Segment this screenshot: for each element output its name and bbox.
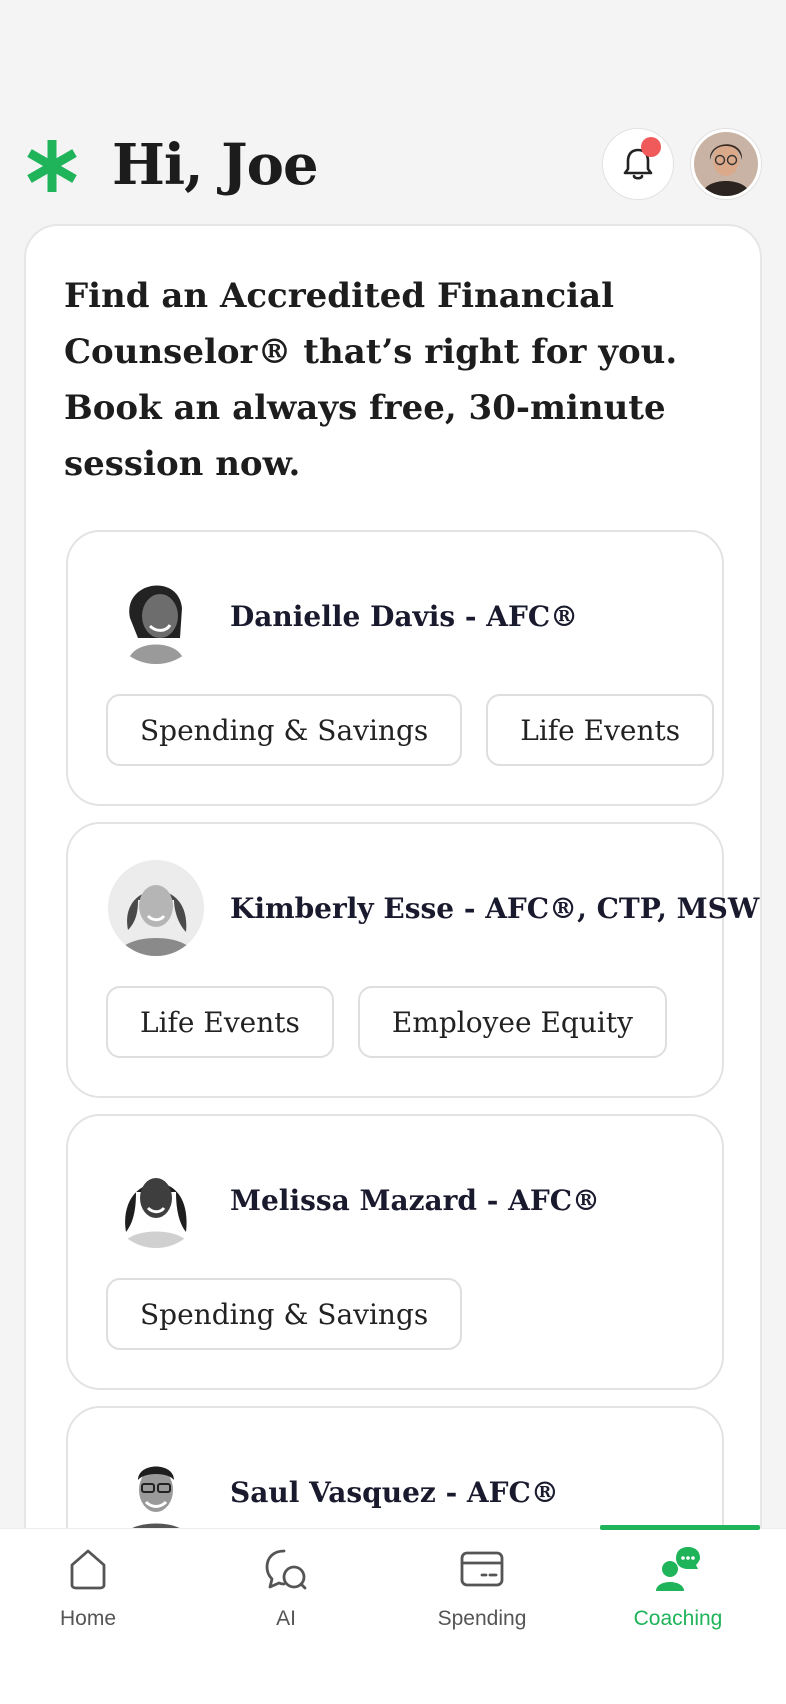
asterisk-logo-icon — [27, 140, 77, 192]
coach-name: Kimberly Esse - AFC®, CTP, MSW — [230, 892, 760, 925]
header: Hi, Joe — [0, 120, 786, 220]
nav-label: Spending — [437, 1607, 527, 1630]
avatar — [694, 132, 758, 196]
nav-item-home[interactable]: Home — [0, 1529, 186, 1659]
card-icon — [460, 1551, 504, 1587]
profile-avatar-button[interactable] — [690, 128, 762, 200]
coach-tags: Spending & Savings Life Events — [106, 694, 715, 766]
coach-card-danielle-davis[interactable]: Danielle Davis - AFC® Spending & Savings… — [66, 530, 724, 806]
coach-photo — [108, 1444, 204, 1540]
coaching-screen: Hi, Joe Find an Accredited Financial Cou… — [0, 0, 786, 1704]
coach-finder-card: Find an Accredited Financial Counselor® … — [24, 224, 762, 1682]
nav-item-ai[interactable]: AI — [188, 1529, 384, 1659]
nav-label: Home — [59, 1607, 117, 1630]
coach-photo — [108, 568, 204, 664]
tag-chip[interactable]: Employee Equity — [357, 986, 667, 1058]
coach-card-kimberly-esse[interactable]: Kimberly Esse - AFC®, CTP, MSW Life Even… — [66, 822, 759, 1098]
coach-name: Melissa Mazard - AFC® — [230, 1184, 601, 1217]
nav-label: AI — [276, 1607, 296, 1630]
nav-item-spending[interactable]: Spending — [384, 1529, 580, 1659]
bottom-nav: Home AI Spending Coaching — [0, 1525, 786, 1704]
chat-bubble-icon — [265, 1549, 307, 1590]
intro-text: Find an Accredited Financial Counselor® … — [64, 276, 678, 484]
coach-tags: Life Events Employee Equity — [106, 986, 667, 1058]
coach-photo — [108, 1152, 204, 1248]
coach-card-melissa-mazard[interactable]: Melissa Mazard - AFC® Spending & Savings — [66, 1114, 724, 1390]
coaching-icon — [656, 1547, 700, 1591]
tag-chip[interactable]: Spending & Savings — [106, 694, 463, 766]
tag-chip[interactable]: Spending & Savings — [106, 1278, 463, 1350]
coach-name: Danielle Davis - AFC® — [230, 600, 579, 633]
nav-item-coaching[interactable]: Coaching — [580, 1529, 776, 1659]
coach-tags: Spending & Savings — [106, 1278, 463, 1350]
tag-chip[interactable]: Life Events — [486, 694, 715, 766]
notification-dot — [641, 137, 661, 157]
notifications-button[interactable] — [602, 128, 674, 200]
home-icon — [70, 1549, 106, 1590]
coach-name: Saul Vasquez - AFC® — [230, 1476, 559, 1509]
greeting-title: Hi, Joe — [112, 132, 319, 198]
coach-photo — [108, 860, 204, 956]
nav-label: Coaching — [633, 1607, 723, 1630]
tag-chip[interactable]: Life Events — [106, 986, 334, 1058]
